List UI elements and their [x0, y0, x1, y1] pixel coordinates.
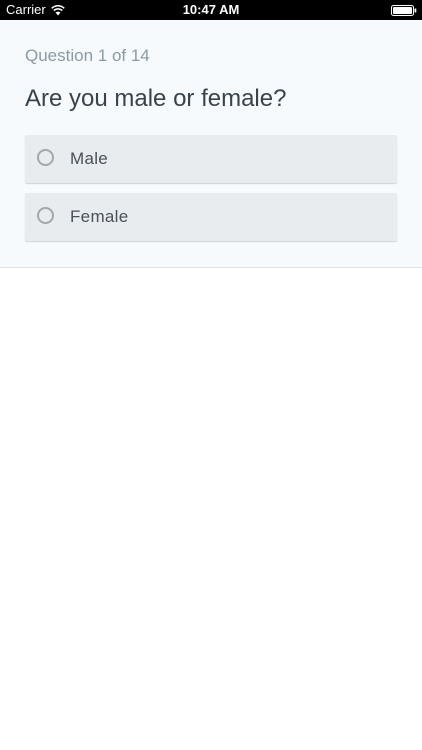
- question-counter: Question 1 of 14: [25, 46, 150, 65]
- question-title: Are you male or female?: [25, 85, 287, 112]
- status-time: 10:47 AM: [182, 2, 240, 17]
- battery-icon: [391, 5, 417, 16]
- radio-unselected-icon[interactable]: [37, 207, 54, 224]
- status-bar: Carrier 10:47 AM: [0, 0, 422, 20]
- option-female[interactable]: Female: [25, 193, 397, 241]
- option-label: Female: [70, 207, 129, 226]
- option-label: Male: [70, 149, 109, 168]
- radio-unselected-icon[interactable]: [37, 149, 54, 166]
- survey-panel: Question 1 of 14 Are you male or female?…: [0, 20, 422, 268]
- option-male[interactable]: Male: [25, 135, 397, 183]
